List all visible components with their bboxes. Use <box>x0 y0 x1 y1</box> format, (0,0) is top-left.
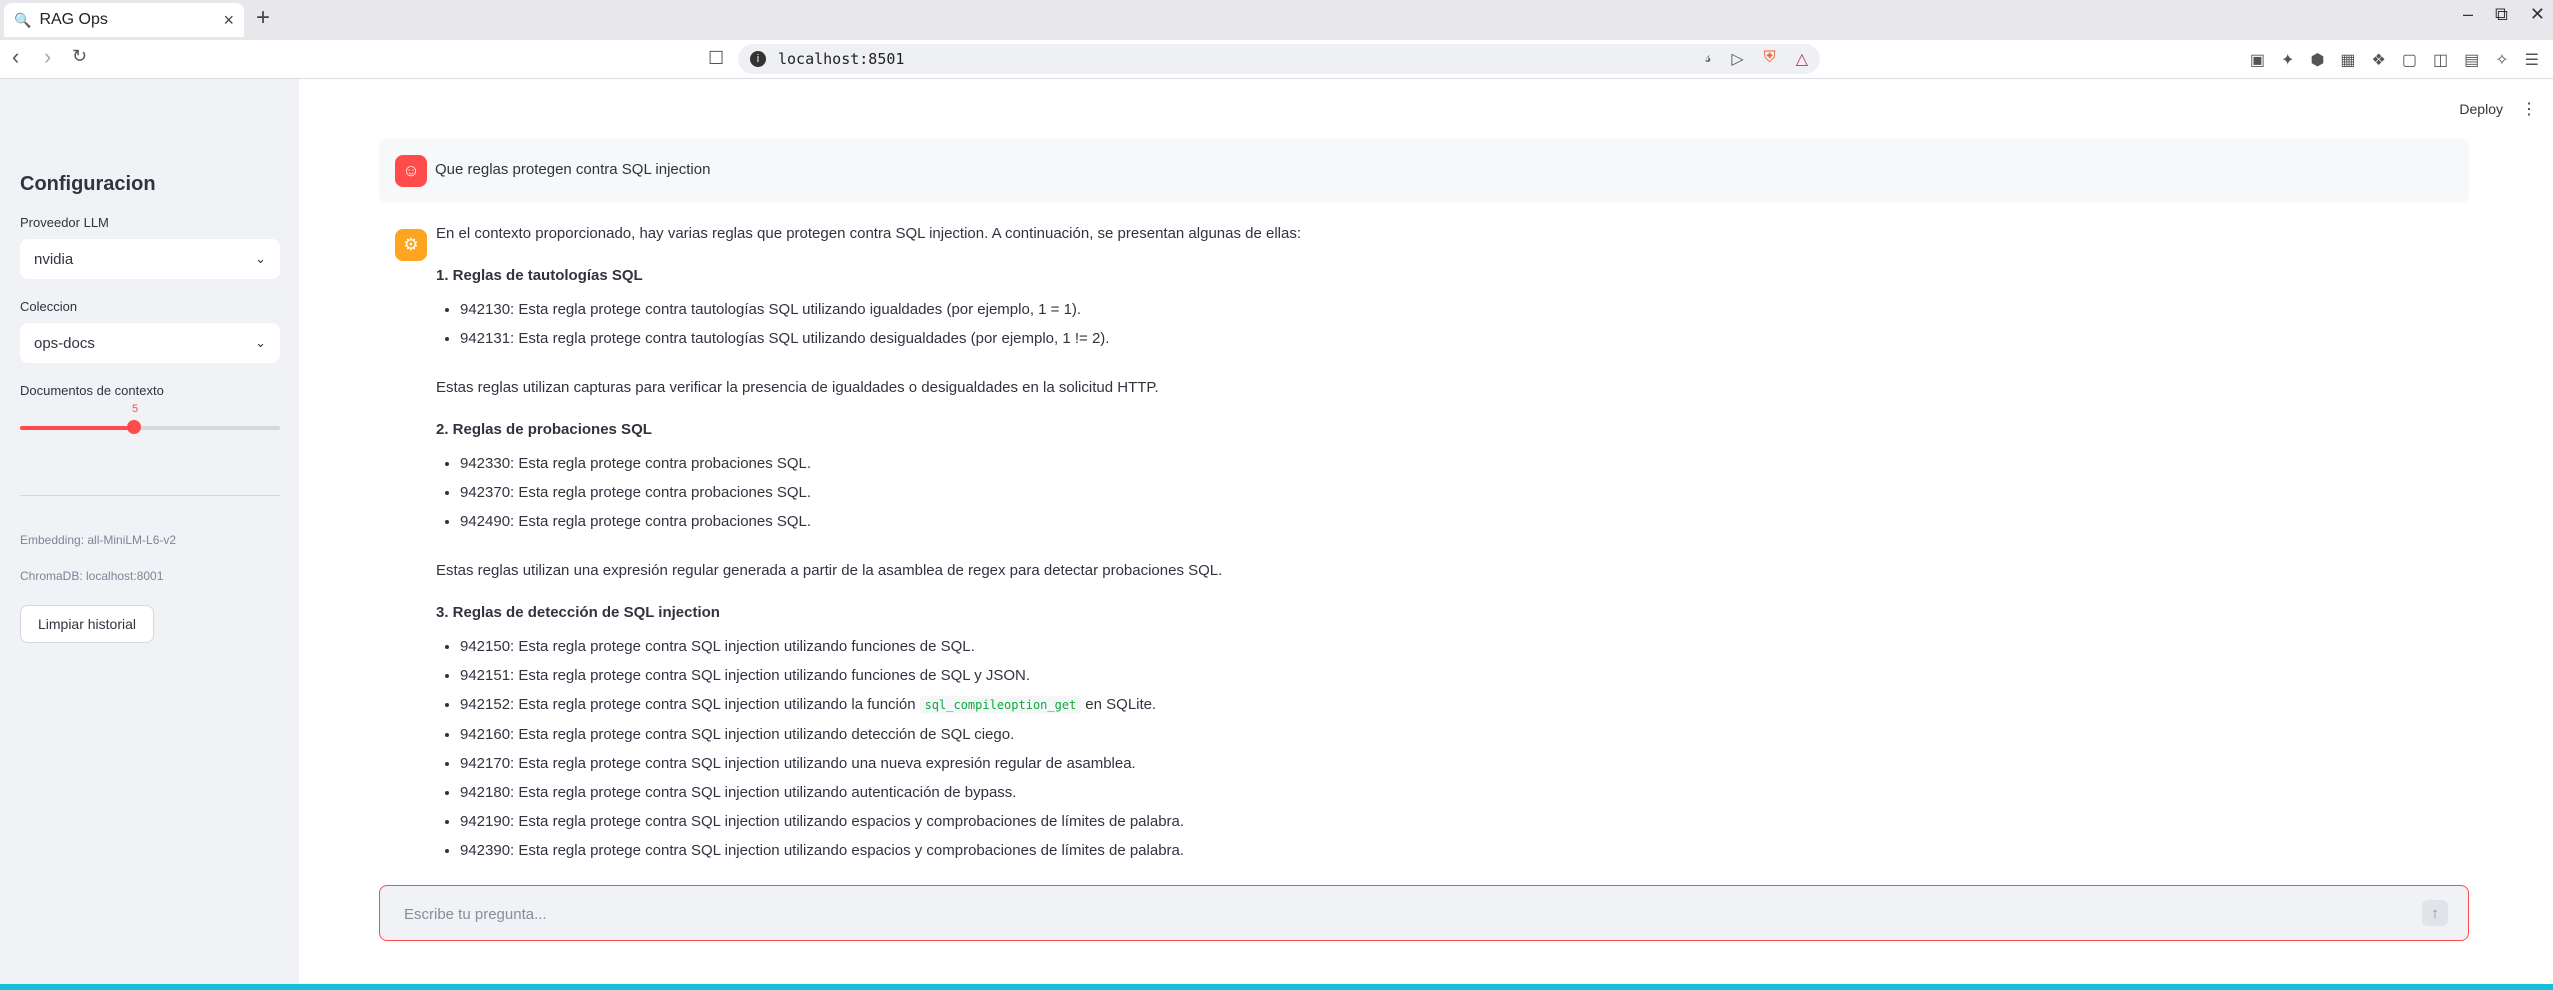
list-item: 942170: Esta regla protege contra SQL in… <box>460 749 1184 778</box>
browser-toolbar: ‹ › ↻ ☐ i localhost:8501 𝓈 ▷ ⛨ △ ▣ ✦ ⬢ ▦… <box>0 40 2553 79</box>
list-item: 942330: Esta regla protege contra probac… <box>460 449 811 478</box>
context-docs-value: 5 <box>132 403 139 415</box>
section-heading: 2. Reglas de probaciones SQL <box>436 421 652 438</box>
llm-provider-value: nvidia <box>34 250 74 268</box>
list-item-text: 942152: Esta regla protege contra SQL in… <box>460 696 916 713</box>
chromadb-info: ChromaDB: localhost:8001 <box>20 569 164 583</box>
main-area: Deploy ⋮ ☺ Que reglas protegen contra SQ… <box>299 79 2553 984</box>
send-page-icon[interactable]: ▷ <box>1731 49 1743 69</box>
list-item: 942390: Esta regla protege contra SQL in… <box>460 836 1184 865</box>
deploy-button[interactable]: Deploy <box>2459 101 2503 117</box>
sidebar-divider <box>20 495 280 496</box>
extension-icon[interactable]: ▢ <box>2402 50 2417 70</box>
list-item: 942190: Esta regla protege contra SQL in… <box>460 807 1184 836</box>
brave-shields-icon[interactable]: ⛨ <box>1764 49 1776 69</box>
user-avatar-icon: ☺ <box>395 155 427 187</box>
slider-thumb[interactable] <box>127 420 142 434</box>
section2-list: 942330: Esta regla protege contra probac… <box>436 449 811 536</box>
sidebar-title: Configuracion <box>20 173 156 195</box>
list-item: 942151: Esta regla protege contra SQL in… <box>460 661 1184 690</box>
collection-value: ops-docs <box>34 334 95 352</box>
chevron-down-icon: ⌄ <box>255 251 266 266</box>
restore-icon[interactable]: ⧉ <box>2495 4 2508 25</box>
list-item: 942152: Esta regla protege contra SQL in… <box>460 690 1184 720</box>
chat-input-box[interactable]: ↑ <box>379 885 2469 941</box>
extension-icon[interactable]: ⬢ <box>2310 50 2324 70</box>
section-heading: 3. Reglas de detección de SQL injection <box>436 604 720 621</box>
sidebar: Configuracion Proveedor LLM nvidia ⌄ Col… <box>0 79 299 984</box>
section1-note: Estas reglas utilizan capturas para veri… <box>436 379 1159 396</box>
close-tab-icon[interactable]: × <box>223 10 234 31</box>
brave-rewards-icon[interactable]: △ <box>1796 49 1808 69</box>
search-icon: 🔍 <box>14 11 32 28</box>
user-message: ☺ Que reglas protegen contra SQL injecti… <box>379 139 2469 203</box>
section2-note: Estas reglas utilizan una expresión regu… <box>436 562 1223 579</box>
section1-list: 942130: Esta regla protege contra tautol… <box>436 295 1109 353</box>
list-item: 942131: Esta regla protege contra tautol… <box>460 324 1109 353</box>
window-controls: – ⧉ ✕ <box>2463 4 2545 25</box>
send-icon[interactable]: ↑ <box>2422 900 2448 926</box>
status-bar <box>0 984 2553 990</box>
sidebar-toggle-icon[interactable]: ◫ <box>2433 50 2448 70</box>
llm-provider-select[interactable]: nvidia ⌄ <box>20 239 280 279</box>
extension-icon[interactable]: ▣ <box>2250 50 2265 70</box>
user-message-text: Que reglas protegen contra SQL injection <box>435 161 711 178</box>
main-menu-icon[interactable]: ⋮ <box>2521 99 2537 119</box>
embedding-info: Embedding: all-MiniLM-L6-v2 <box>20 533 177 547</box>
bot-avatar-icon: ⚙ <box>395 229 427 261</box>
url-text: localhost:8501 <box>778 50 905 68</box>
address-bar[interactable]: i localhost:8501 𝓈 ▷ ⛨ △ <box>738 44 1820 74</box>
inline-code: sql_compileoption_get <box>919 696 1082 714</box>
assistant-intro: En el contexto proporcionado, hay varias… <box>436 225 1302 242</box>
new-tab-button[interactable]: + <box>256 4 270 32</box>
forward-icon[interactable]: › <box>44 44 51 70</box>
puzzle-icon[interactable]: ❖ <box>2372 50 2386 70</box>
extension-icon[interactable]: ▦ <box>2340 50 2355 70</box>
section3-list: 942150: Esta regla protege contra SQL in… <box>436 632 1184 865</box>
translate-icon[interactable]: 𝓈 <box>1705 49 1711 69</box>
tab-title: RAG Ops <box>39 11 108 28</box>
chat-input[interactable] <box>402 898 2386 930</box>
list-item: 942180: Esta regla protege contra SQL in… <box>460 778 1184 807</box>
browser-tab[interactable]: 🔍 RAG Ops × <box>4 3 244 37</box>
list-item: 942490: Esta regla protege contra probac… <box>460 507 811 536</box>
minimize-icon[interactable]: – <box>2463 4 2473 25</box>
collection-label: Coleccion <box>20 299 78 314</box>
site-info-icon[interactable]: i <box>750 51 766 67</box>
menu-icon[interactable]: ☰ <box>2525 50 2539 70</box>
chevron-down-icon: ⌄ <box>255 335 266 350</box>
leo-ai-icon[interactable]: ✧ <box>2495 50 2508 70</box>
back-icon[interactable]: ‹ <box>12 44 19 70</box>
list-item: 942370: Esta regla protege contra probac… <box>460 478 811 507</box>
wallet-icon[interactable]: ▤ <box>2464 50 2479 70</box>
slider-fill <box>20 426 135 430</box>
list-item-text: en SQLite. <box>1085 696 1157 713</box>
list-item: 942160: Esta regla protege contra SQL in… <box>460 720 1184 749</box>
extension-icon[interactable]: ✦ <box>2281 50 2294 70</box>
list-item: 942150: Esta regla protege contra SQL in… <box>460 632 1184 661</box>
clear-history-button[interactable]: Limpiar historial <box>20 605 154 643</box>
bookmark-icon[interactable]: ☐ <box>708 48 724 69</box>
context-docs-label: Documentos de contexto <box>20 383 164 398</box>
browser-tab-bar: 🔍 RAG Ops × + – ⧉ ✕ <box>0 0 2553 40</box>
extension-icons: ▣ ✦ ⬢ ▦ ❖ ▢ ◫ ▤ ✧ ☰ <box>2250 50 2539 70</box>
context-docs-slider[interactable] <box>20 420 280 434</box>
close-window-icon[interactable]: ✕ <box>2530 4 2545 25</box>
reload-icon[interactable]: ↻ <box>72 46 87 67</box>
collection-select[interactable]: ops-docs ⌄ <box>20 323 280 363</box>
list-item: 942130: Esta regla protege contra tautol… <box>460 295 1109 324</box>
section-heading: 1. Reglas de tautologías SQL <box>436 267 643 284</box>
llm-provider-label: Proveedor LLM <box>20 215 109 230</box>
